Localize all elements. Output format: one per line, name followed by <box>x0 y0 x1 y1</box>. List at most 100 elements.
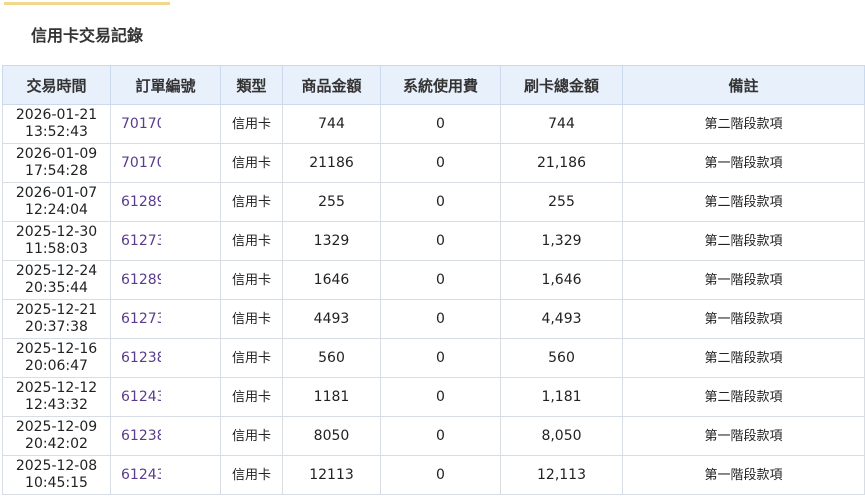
table-header-row: 交易時間 訂單編號 類型 商品金額 系統使用費 刷卡總金額 備註 <box>2 65 865 105</box>
col-header-amount: 商品金額 <box>282 65 381 105</box>
cell-fee: 0 <box>380 104 501 144</box>
cell-order: 61238 <box>110 338 221 378</box>
col-header-total: 刷卡總金額 <box>500 65 623 105</box>
cell-transaction-time: 2026-01-21 13:52:43 <box>2 104 111 144</box>
cell-fee: 0 <box>380 143 501 183</box>
table-row: 2025-12-2120:37:38 61273 信用卡449304,493第一階段… <box>2 299 865 339</box>
cell-time: 20:35:44 <box>25 280 88 296</box>
cell-amount: 1181 <box>282 377 381 417</box>
table-row: 2026-01-0712:24:0461289信用卡2550255第二階段款項 <box>2 182 865 222</box>
tab-label: 信用卡交易記錄 <box>30 25 143 45</box>
tab-bar: 信用卡交易記錄 <box>0 0 865 64</box>
order-number-link[interactable]: 61243 <box>121 467 161 484</box>
cell-type: 信用卡 <box>220 377 283 417</box>
cell-order: 61238 <box>110 416 221 456</box>
cell-total: 560 <box>500 338 623 378</box>
col-header-fee: 系統使用費 <box>380 65 501 105</box>
col-header-order: 訂單編號 <box>110 65 221 105</box>
table-row: 2025-12-0920:42:02 61238 信用卡805008,050第一階段… <box>2 416 865 456</box>
cell-fee: 0 <box>380 182 501 222</box>
cell-total: 1,329 <box>500 221 623 261</box>
order-number-link[interactable]: 61238 <box>121 428 161 445</box>
tab-credit-card-records[interactable]: 信用卡交易記錄 <box>4 2 170 62</box>
cell-time: 20:42:02 <box>25 436 88 452</box>
cell-fee: 0 <box>380 377 501 417</box>
cell-type: 信用卡 <box>220 299 283 339</box>
cell-order: 70170 <box>110 143 221 183</box>
cell-note: 第二階段款項 <box>622 338 865 378</box>
cell-transaction-time: 2025-12-08 10:45:15 <box>2 455 111 495</box>
order-number-link[interactable]: 70170 <box>121 116 161 133</box>
cell-total: 4,493 <box>500 299 623 339</box>
cell-date: 2025-12-21 <box>15 302 98 318</box>
cell-time: 10:45:15 <box>25 475 88 491</box>
order-number-link[interactable]: 70170 <box>121 155 161 172</box>
transaction-table: 交易時間 訂單編號 類型 商品金額 系統使用費 刷卡總金額 備註 2026-01… <box>2 65 865 495</box>
cell-order: 61243 <box>110 377 221 417</box>
cell-note: 第二階段款項 <box>622 221 865 261</box>
cell-date: 2026-01-07 <box>15 185 98 201</box>
cell-date: 2025-12-24 <box>15 263 98 279</box>
col-header-time: 交易時間 <box>2 65 111 105</box>
cell-total: 744 <box>500 104 623 144</box>
table-row: 2025-12-3011:58:03 61273 信用卡132901,329第二階段… <box>2 221 865 261</box>
cell-time: 12:43:32 <box>25 397 88 413</box>
cell-time: 20:37:38 <box>25 319 88 335</box>
cell-transaction-time: 2025-12-30 11:58:03 <box>2 221 111 261</box>
cell-amount: 8050 <box>282 416 381 456</box>
cell-transaction-time: 2026-01-09 17:54:28 <box>2 143 111 183</box>
cell-total: 12,113 <box>500 455 623 495</box>
cell-fee: 0 <box>380 221 501 261</box>
table-row: 2025-12-2420:35:44 61289 信用卡164601,646第一階段… <box>2 260 865 300</box>
cell-order: 61243 <box>110 455 221 495</box>
cell-time: 12:24:04 <box>25 202 88 218</box>
cell-type: 信用卡 <box>220 455 283 495</box>
cell-date: 2025-12-12 <box>15 380 98 396</box>
order-number-link[interactable]: 61289 <box>121 194 161 211</box>
cell-time: 13:52:43 <box>25 124 88 140</box>
cell-date: 2026-01-21 <box>15 107 98 123</box>
cell-amount: 1646 <box>282 260 381 300</box>
cell-amount: 21186 <box>282 143 381 183</box>
cell-order: 61289 <box>110 260 221 300</box>
cell-transaction-time: 2025-12-16 20:06:47 <box>2 338 111 378</box>
cell-transaction-time: 2025-12-12 12:43:32 <box>2 377 111 417</box>
cell-type: 信用卡 <box>220 338 283 378</box>
order-number-link[interactable]: 61243 <box>121 389 161 406</box>
cell-transaction-time: 2025-12-24 20:35:44 <box>2 260 111 300</box>
cell-amount: 1329 <box>282 221 381 261</box>
col-header-note: 備註 <box>622 65 865 105</box>
cell-type: 信用卡 <box>220 182 283 222</box>
cell-date: 2025-12-08 <box>15 458 98 474</box>
cell-transaction-time: 2025-12-21 20:37:38 <box>2 299 111 339</box>
cell-note: 第一階段款項 <box>622 143 865 183</box>
order-number-link[interactable]: 61289 <box>121 272 161 289</box>
cell-order: 61289 <box>110 182 221 222</box>
cell-type: 信用卡 <box>220 104 283 144</box>
cell-note: 第二階段款項 <box>622 104 865 144</box>
cell-note: 第一階段款項 <box>622 416 865 456</box>
order-number-link[interactable]: 61273 <box>121 233 161 250</box>
table-row: 2026-01-2113:52:4370170信用卡7440744第二階段款項 <box>2 104 865 144</box>
cell-amount: 744 <box>282 104 381 144</box>
order-number-link[interactable]: 61238 <box>121 350 161 367</box>
cell-total: 21,186 <box>500 143 623 183</box>
cell-amount: 12113 <box>282 455 381 495</box>
cell-amount: 255 <box>282 182 381 222</box>
cell-date: 2026-01-09 <box>15 146 98 162</box>
cell-transaction-time: 2026-01-07 12:24:04 <box>2 182 111 222</box>
table-row: 2026-01-0917:54:28 70170 信用卡21186021,186第一… <box>2 143 865 183</box>
cell-total: 8,050 <box>500 416 623 456</box>
cell-transaction-time: 2025-12-09 20:42:02 <box>2 416 111 456</box>
order-number-link[interactable]: 61273 <box>121 311 161 328</box>
cell-fee: 0 <box>380 416 501 456</box>
cell-type: 信用卡 <box>220 260 283 300</box>
cell-fee: 0 <box>380 299 501 339</box>
cell-order: 61273 <box>110 299 221 339</box>
cell-note: 第一階段款項 <box>622 299 865 339</box>
cell-order: 70170 <box>110 104 221 144</box>
cell-note: 第二階段款項 <box>622 377 865 417</box>
cell-date: 2025-12-16 <box>15 341 98 357</box>
cell-amount: 560 <box>282 338 381 378</box>
cell-total: 1,646 <box>500 260 623 300</box>
